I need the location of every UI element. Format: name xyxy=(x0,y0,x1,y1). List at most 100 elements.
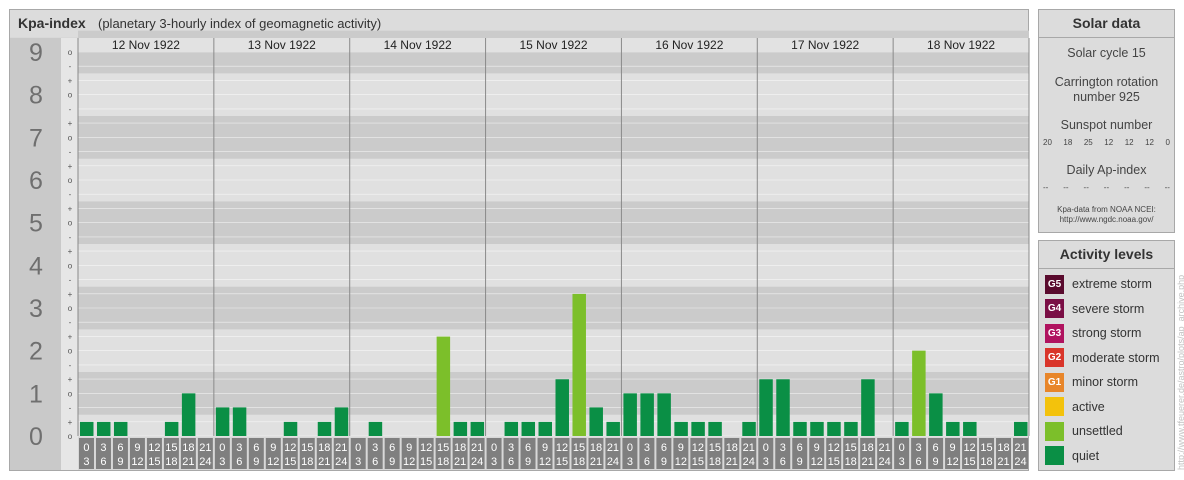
kpa-bar xyxy=(623,393,637,436)
y-minor-tick-label: o xyxy=(68,219,73,228)
interval-start-label: 9 xyxy=(270,442,276,454)
ap-index-value: -- xyxy=(1124,183,1130,192)
y-minor-tick-label: - xyxy=(69,404,72,413)
y-minor-tick-label: o xyxy=(68,91,73,100)
y-minor-tick-label: o xyxy=(68,176,73,185)
ap-index-values: -- -- -- -- -- -- -- xyxy=(1043,183,1170,192)
interval-start-label: 21 xyxy=(879,442,891,454)
activity-level-label: extreme storm xyxy=(1072,277,1152,291)
interval-start-label: 21 xyxy=(607,442,619,454)
y-minor-tick-label: o xyxy=(68,347,73,356)
kpa-bar xyxy=(436,336,451,436)
kpa-bar xyxy=(164,421,179,436)
interval-start-label: 0 xyxy=(899,442,905,454)
interval-start-label: 6 xyxy=(525,442,531,454)
credit-url: http://www.tfeuerer.de/astro/plots/ap_ar… xyxy=(1176,274,1184,470)
activity-level-label: active xyxy=(1072,399,1105,414)
interval-start-label: 15 xyxy=(845,442,857,454)
ap-index-value: -- xyxy=(1063,183,1069,192)
interval-start-label: 15 xyxy=(301,442,313,454)
ap-index-value: -- xyxy=(1144,183,1150,192)
activity-levels-panel: Activity levels G5 extreme storm G4 severe … xyxy=(1038,240,1175,471)
kpa-bar xyxy=(844,421,858,436)
interval-start-label: 9 xyxy=(406,442,412,454)
y-minor-tick-label: + xyxy=(68,332,73,341)
interval-start-label: 21 xyxy=(335,442,347,454)
interval-end-label: 18 xyxy=(845,456,857,468)
interval-end-label: 15 xyxy=(284,456,296,468)
interval-end-label: 21 xyxy=(726,456,738,468)
kpa-bar xyxy=(181,393,196,436)
sunspot-value: 20 xyxy=(1043,138,1052,147)
y-minor-tick-label: + xyxy=(68,290,73,299)
interval-start-label: 15 xyxy=(437,442,449,454)
kpa-bar xyxy=(912,350,926,436)
interval-start-label: 3 xyxy=(916,442,922,454)
interval-end-label: 3 xyxy=(83,456,89,468)
kpa-bar-chart: 0123456789o+-o+-o+-o+-o+-o+-o+-o+-o+-o12… xyxy=(10,30,1030,470)
kpa-bar xyxy=(555,379,569,436)
y-minor-tick-label: o xyxy=(68,432,73,441)
kpa-bar xyxy=(521,421,536,436)
kpa-bar xyxy=(96,421,111,436)
kpa-bar xyxy=(827,421,841,436)
y-tick-label-4: 4 xyxy=(29,252,43,280)
interval-end-label: 3 xyxy=(491,456,497,468)
interval-start-label: 9 xyxy=(950,442,956,454)
day-label: 13 Nov 1922 xyxy=(248,38,316,52)
kpa-bar xyxy=(572,293,586,436)
kpa-bar xyxy=(895,421,909,436)
interval-start-label: 3 xyxy=(508,442,514,454)
interval-end-label: 12 xyxy=(403,456,415,468)
interval-end-label: 24 xyxy=(335,456,347,468)
y-minor-tick-label: + xyxy=(68,162,73,171)
kpa-bar xyxy=(504,421,519,436)
interval-start-label: 21 xyxy=(1014,442,1026,454)
interval-end-label: 9 xyxy=(117,456,123,468)
kpa-bar xyxy=(776,379,790,436)
y-minor-tick-label: o xyxy=(68,389,73,398)
interval-start-label: 0 xyxy=(627,442,633,454)
interval-end-label: 15 xyxy=(828,456,840,468)
sunspot-values: 20 18 25 12 12 12 0 xyxy=(1043,138,1170,147)
interval-start-label: 3 xyxy=(780,442,786,454)
ap-index-value: -- xyxy=(1103,183,1110,192)
interval-start-label: 0 xyxy=(491,442,497,454)
interval-end-label: 12 xyxy=(539,456,551,468)
interval-end-label: 3 xyxy=(763,456,769,468)
sunspot-value: 18 xyxy=(1063,138,1073,147)
kpa-bar xyxy=(708,421,722,436)
kpa-bar xyxy=(810,421,824,436)
day-label: 17 Nov 1922 xyxy=(791,38,859,52)
kpa-bar xyxy=(793,421,807,436)
y-minor-tick-label: + xyxy=(68,76,73,85)
interval-start-label: 12 xyxy=(556,442,568,454)
interval-end-label: 21 xyxy=(182,456,194,468)
kpa-bar xyxy=(317,421,332,436)
solar-data-panel: Solar data Solar cycle 15 Carrington rot… xyxy=(1038,9,1175,233)
day-label: 14 Nov 1922 xyxy=(384,38,452,52)
interval-end-label: 9 xyxy=(253,456,259,468)
kpa-bar xyxy=(963,421,977,436)
kpa-bar xyxy=(589,407,603,436)
interval-start-label: 3 xyxy=(236,442,242,454)
activity-level-quiet: quiet xyxy=(1045,446,1099,466)
kpa-bar xyxy=(946,421,960,436)
interval-end-label: 9 xyxy=(933,456,939,468)
interval-end-label: 9 xyxy=(797,456,803,468)
y-tick-label-8: 8 xyxy=(29,82,43,110)
interval-start-label: 18 xyxy=(997,442,1009,454)
y-minor-tick-label: - xyxy=(69,190,72,199)
solar-cycle: Solar cycle 15 xyxy=(1067,46,1146,60)
activity-level-swatch: G5 xyxy=(1045,274,1064,294)
interval-start-label: 15 xyxy=(980,442,992,454)
interval-end-label: 9 xyxy=(525,456,531,468)
interval-end-label: 21 xyxy=(454,456,466,468)
solar-data-title: Solar data xyxy=(1039,10,1174,38)
interval-end-label: 24 xyxy=(199,456,211,468)
activity-level-label: moderate storm xyxy=(1072,350,1160,365)
interval-start-label: 12 xyxy=(828,442,840,454)
activity-level-unsettled: unsettled xyxy=(1045,421,1123,441)
interval-start-label: 21 xyxy=(743,442,755,454)
interval-end-label: 24 xyxy=(879,456,891,468)
